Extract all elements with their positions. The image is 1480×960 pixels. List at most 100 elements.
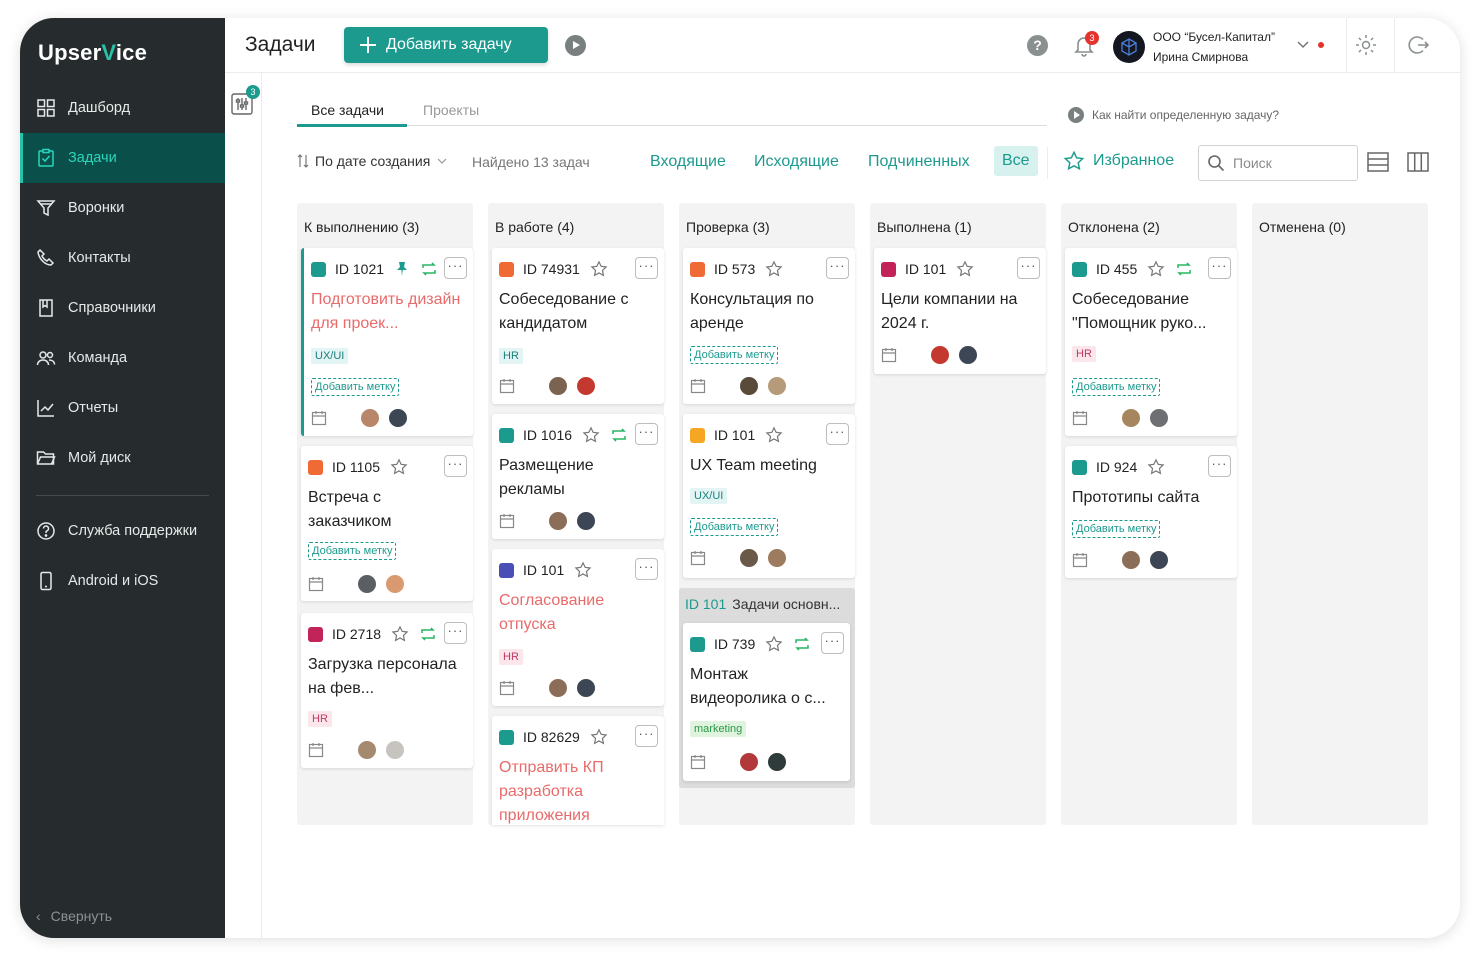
task-card[interactable]: ID 74931 ··· Собеседование с кандидатом …: [492, 248, 664, 404]
tab-all-tasks[interactable]: Все задачи: [311, 102, 384, 118]
task-card[interactable]: ID 2718 ··· Загрузка персонала на фев...…: [301, 613, 473, 768]
avatar[interactable]: [738, 751, 760, 773]
sidebar-item-dashboard[interactable]: Дашборд: [20, 83, 225, 133]
add-tag-button[interactable]: Добавить метку: [308, 542, 397, 560]
calendar-icon[interactable]: [690, 550, 706, 566]
add-task-button[interactable]: Добавить задачу: [344, 27, 548, 63]
star-icon[interactable]: [590, 260, 608, 278]
add-tag-button[interactable]: Добавить метку: [690, 518, 779, 536]
avatar[interactable]: [766, 547, 788, 569]
calendar-icon[interactable]: [690, 754, 706, 770]
more-options-button[interactable]: ···: [826, 257, 849, 279]
more-options-button[interactable]: ···: [821, 632, 844, 654]
add-tag-button[interactable]: Добавить метку: [1072, 378, 1161, 396]
task-card[interactable]: ID 455 ··· Собеседование "Помощник руко.…: [1065, 248, 1237, 436]
star-icon[interactable]: [1147, 260, 1165, 278]
more-options-button[interactable]: ···: [444, 257, 467, 279]
more-options-button[interactable]: ···: [635, 257, 658, 279]
collapse-sidebar-button[interactable]: ‹ Свернуть: [36, 908, 112, 924]
search-input[interactable]: [1233, 155, 1343, 171]
subtask-group[interactable]: ID 101 Задачи основн... ID 739 ··· Монтаж…: [679, 588, 855, 788]
task-card[interactable]: ID 1016 ··· Размещение рекламы: [492, 414, 664, 539]
task-card[interactable]: ID 101 ··· Цели компании на 2024 г.: [874, 248, 1046, 374]
avatar[interactable]: [547, 510, 569, 532]
howto-video-link[interactable]: Как найти определенную задачу?: [1068, 107, 1279, 123]
filter-outgoing[interactable]: Исходящие: [754, 153, 839, 171]
sidebar-item-contacts[interactable]: Контакты: [20, 233, 225, 283]
calendar-icon[interactable]: [1072, 552, 1088, 568]
calendar-icon[interactable]: [499, 378, 515, 394]
task-card[interactable]: ID 1021 ··· Подготовить дизайн для проек…: [301, 248, 473, 436]
avatar[interactable]: [957, 344, 979, 366]
brand-logo[interactable]: UpserVice: [38, 40, 147, 66]
star-icon[interactable]: [590, 728, 608, 746]
sidebar-item-reports[interactable]: Отчеты: [20, 383, 225, 433]
avatar[interactable]: [575, 510, 597, 532]
star-icon[interactable]: [582, 426, 600, 444]
sidebar-item-team[interactable]: Команда: [20, 333, 225, 383]
calendar-icon[interactable]: [690, 378, 706, 394]
avatar[interactable]: [1120, 549, 1142, 571]
task-card[interactable]: ID 82629 ··· Отправить КП разработка при…: [492, 716, 664, 825]
more-options-button[interactable]: ···: [1208, 455, 1231, 477]
search-box[interactable]: [1198, 145, 1358, 181]
star-icon[interactable]: [956, 260, 974, 278]
calendar-icon[interactable]: [881, 347, 897, 363]
avatar[interactable]: [356, 573, 378, 595]
avatar[interactable]: [738, 375, 760, 397]
filter-incoming[interactable]: Входящие: [650, 153, 726, 171]
avatar[interactable]: [547, 375, 569, 397]
avatar[interactable]: [575, 375, 597, 397]
avatar[interactable]: [1148, 407, 1170, 429]
gear-icon[interactable]: [1353, 32, 1379, 58]
task-card[interactable]: ID 573 ··· Консультация по аренде Добави…: [683, 248, 855, 404]
more-options-button[interactable]: ···: [635, 423, 658, 445]
logout-icon[interactable]: [1405, 32, 1431, 58]
notifications-button[interactable]: 3: [1071, 31, 1099, 58]
task-card[interactable]: ID 924 ··· Прототипы сайта Добавить метк…: [1065, 446, 1237, 578]
sidebar-item-tasks[interactable]: Задачи: [20, 133, 225, 183]
avatar[interactable]: [547, 677, 569, 699]
star-icon[interactable]: [765, 635, 783, 653]
avatar[interactable]: [387, 407, 409, 429]
more-options-button[interactable]: ···: [444, 622, 467, 644]
more-options-button[interactable]: ···: [635, 558, 658, 580]
star-icon[interactable]: [390, 458, 408, 476]
avatar[interactable]: [575, 677, 597, 699]
avatar[interactable]: [1148, 549, 1170, 571]
task-card[interactable]: ID 739 ··· Монтаж видеоролика о с... mar…: [683, 623, 850, 781]
sort-dropdown[interactable]: По дате создания: [297, 153, 448, 169]
avatar[interactable]: [356, 739, 378, 761]
filter-subordinates[interactable]: Подчиненных: [868, 153, 970, 171]
star-icon[interactable]: [391, 625, 409, 643]
avatar[interactable]: [384, 739, 406, 761]
add-tag-button[interactable]: Добавить метку: [690, 346, 779, 364]
sidebar-item-directories[interactable]: Справочники: [20, 283, 225, 333]
avatar[interactable]: [359, 407, 381, 429]
tab-projects[interactable]: Проекты: [423, 102, 479, 118]
star-icon[interactable]: [574, 561, 592, 579]
calendar-icon[interactable]: [308, 576, 324, 592]
filters-button[interactable]: 3: [231, 85, 260, 115]
list-view-icon[interactable]: [1366, 150, 1390, 174]
more-options-button[interactable]: ···: [1208, 257, 1231, 279]
avatar[interactable]: [384, 573, 406, 595]
sidebar-item-funnels[interactable]: Воронки: [20, 183, 225, 233]
star-icon[interactable]: [1147, 458, 1165, 476]
add-tag-button[interactable]: Добавить метку: [1072, 520, 1161, 538]
sidebar-item-my-drive[interactable]: Мой диск: [20, 433, 225, 483]
calendar-icon[interactable]: [1072, 410, 1088, 426]
sidebar-item-mobile[interactable]: Android и iOS: [20, 556, 225, 606]
help-icon[interactable]: ?: [1027, 35, 1048, 56]
filter-all[interactable]: Все: [994, 146, 1038, 176]
calendar-icon[interactable]: [308, 742, 324, 758]
more-options-button[interactable]: ···: [444, 455, 467, 477]
star-icon[interactable]: [765, 260, 783, 278]
pin-icon[interactable]: [394, 261, 410, 277]
chevron-down-icon[interactable]: [1295, 36, 1311, 52]
calendar-icon[interactable]: [499, 680, 515, 696]
more-options-button[interactable]: ···: [826, 423, 849, 445]
star-icon[interactable]: [765, 426, 783, 444]
avatar[interactable]: [929, 344, 951, 366]
add-tag-button[interactable]: Добавить метку: [311, 378, 400, 396]
